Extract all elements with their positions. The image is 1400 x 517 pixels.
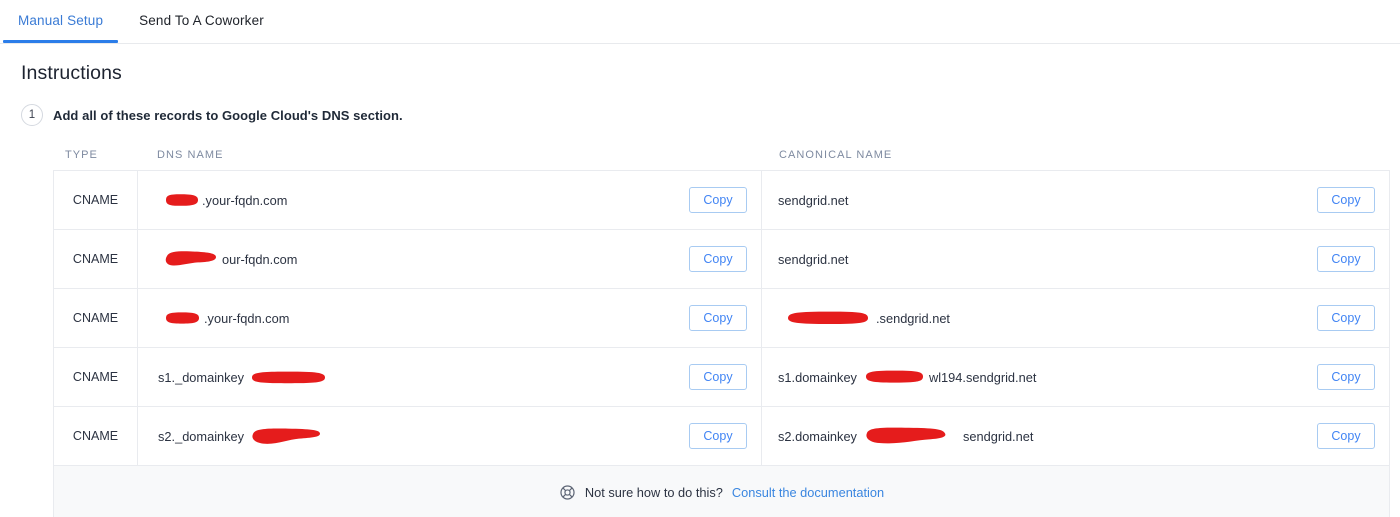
copy-dns-name-button[interactable]: Copy [689,423,747,449]
copy-canonical-name-button[interactable]: Copy [1317,305,1375,331]
tab-bar: Manual Setup Send To A Coworker [0,0,1400,44]
copy-dns-name-button[interactable]: Copy [689,246,747,272]
record-type-cell: CNAME [54,348,138,406]
column-header-type: TYPE [65,149,98,161]
step-description: Add all of these records to Google Cloud… [53,107,403,123]
canonical-name-cell: s2.domainkey sendgrid.net Copy [762,407,1389,465]
lifebuoy-icon [559,484,576,501]
footer-help-text: Not sure how to do this? [584,484,723,500]
documentation-link[interactable]: Consult the documentation [732,485,884,500]
instruction-step: 1 Add all of these records to Google Clo… [21,104,403,126]
copy-canonical-name-button[interactable]: Copy [1317,423,1375,449]
copy-dns-name-button[interactable]: Copy [689,187,747,213]
redacted-text-blob [244,425,334,447]
canonical-name-cell: .sendgrid.net Copy [762,289,1389,347]
column-header-dns-name: DNS NAME [157,149,224,161]
redacted-text-blob [158,248,222,270]
dns-name-value: our-fqdn.com [158,248,297,270]
copy-canonical-name-button[interactable]: Copy [1317,246,1375,272]
table-row: CNAME .your-fqdn.com Copy .sendgrid.net Copy [54,289,1389,348]
page-title: Instructions [21,62,122,84]
redacted-text-blob [158,191,202,209]
dns-name-value: s1._domainkey [158,368,332,386]
copy-dns-name-button[interactable]: Copy [689,305,747,331]
table-column-headers: TYPE DNS NAME CANONICAL NAME [53,140,1390,170]
table-row: CNAME .your-fqdn.com Copy sendgrid.net Copy [54,171,1389,230]
canonical-name-value: s2.domainkey sendgrid.net [778,424,1033,448]
copy-dns-name-button[interactable]: Copy [689,364,747,390]
redacted-text-blob [778,308,876,328]
table-row: CNAME s2._domainkey Copy s2.domainkey sendgr… [54,407,1389,466]
table-row: CNAME our-fqdn.com Copy sendgrid.net Copy [54,230,1389,289]
canonical-name-value: sendgrid.net [778,192,849,208]
redacted-text-blob [244,368,332,386]
dns-name-value: .your-fqdn.com [158,191,287,209]
copy-canonical-name-button[interactable]: Copy [1317,364,1375,390]
dns-setup-page: Manual Setup Send To A Coworker Instruct… [0,0,1400,517]
canonical-name-cell: sendgrid.net Copy [762,171,1389,229]
dns-name-value: .your-fqdn.com [158,309,289,327]
canonical-name-value: .sendgrid.net [778,308,950,328]
record-type-cell: CNAME [54,230,138,288]
redacted-text-blob [158,309,204,327]
dns-name-value: s2._domainkey [158,425,334,447]
dns-name-cell: our-fqdn.com Copy [138,230,762,288]
dns-name-cell: s2._domainkey Copy [138,407,762,465]
dns-records-table: TYPE DNS NAME CANONICAL NAME CNAME .your-… [53,140,1390,517]
canonical-name-cell: sendgrid.net Copy [762,230,1389,288]
canonical-name-value: s1.domainkey wl194.sendgrid.net [778,367,1036,387]
record-type-cell: CNAME [54,171,138,229]
table-body: CNAME .your-fqdn.com Copy sendgrid.net Copy C… [53,170,1390,466]
copy-canonical-name-button[interactable]: Copy [1317,187,1375,213]
column-header-canonical-name: CANONICAL NAME [779,149,893,161]
table-row: CNAME s1._domainkey Copy s1.domainkey wl194.… [54,348,1389,407]
step-number-badge: 1 [21,104,43,126]
dns-name-cell: .your-fqdn.com Copy [138,171,762,229]
tab-manual-setup[interactable]: Manual Setup [0,0,121,43]
canonical-name-value: sendgrid.net [778,251,849,267]
table-footer: Not sure how to do this? Consult the doc… [53,466,1390,517]
dns-name-cell: .your-fqdn.com Copy [138,289,762,347]
dns-name-cell: s1._domainkey Copy [138,348,762,406]
canonical-name-cell: s1.domainkey wl194.sendgrid.net Copy [762,348,1389,406]
redacted-text-blob [857,367,929,387]
record-type-cell: CNAME [54,407,138,465]
redacted-text-blob [857,424,963,448]
record-type-cell: CNAME [54,289,138,347]
tab-send-to-a-coworker[interactable]: Send To A Coworker [121,0,282,42]
